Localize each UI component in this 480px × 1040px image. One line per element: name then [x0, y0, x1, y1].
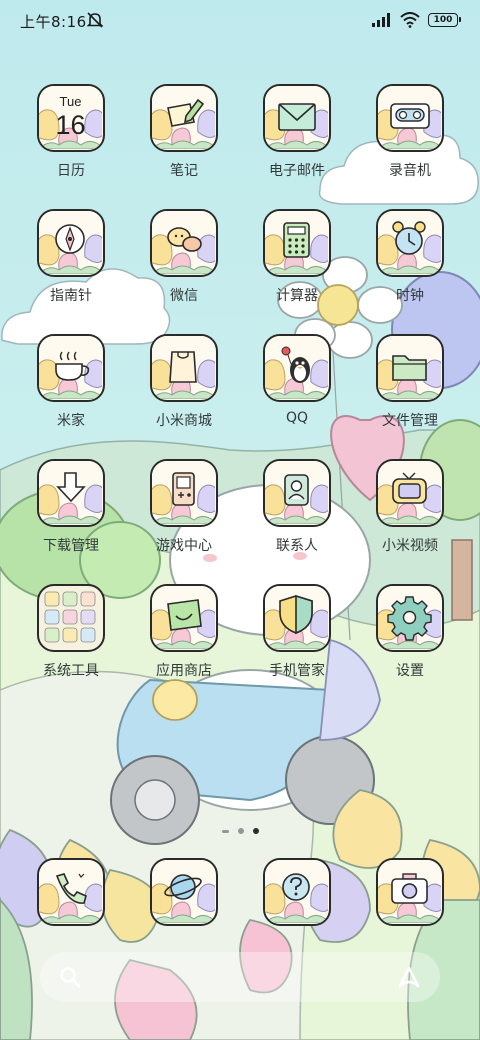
app-label: 指南针 — [50, 288, 92, 304]
app-downloads[interactable]: 下载管理 — [21, 459, 121, 569]
app-label: 文件管理 — [382, 413, 438, 429]
folder-icon[interactable] — [376, 334, 444, 402]
app-email[interactable]: 电子邮件 — [247, 84, 347, 194]
app-label: QQ — [285, 410, 309, 426]
shield-icon[interactable] — [263, 584, 331, 652]
app-mi-store[interactable]: 小米商城 — [134, 334, 234, 444]
app-label: 录音机 — [389, 163, 431, 179]
app-security[interactable]: 手机管家 — [247, 584, 347, 694]
app-label: 应用商店 — [156, 663, 212, 679]
calendar-day: 16 — [55, 110, 86, 140]
app-label: 下载管理 — [43, 538, 99, 554]
app-app-store[interactable]: 应用商店 — [134, 584, 234, 694]
wifi-icon — [400, 12, 420, 28]
battery-icon: 100 — [428, 13, 461, 27]
planet-icon[interactable] — [150, 858, 218, 926]
recorder-icon[interactable] — [376, 84, 444, 152]
question-bubble-icon[interactable] — [263, 858, 331, 926]
app-label: 手机管家 — [269, 663, 325, 679]
app-label: 笔记 — [170, 163, 198, 179]
wechat-icon[interactable] — [150, 209, 218, 277]
contact-card-icon[interactable] — [263, 459, 331, 527]
app-label: 小米商城 — [156, 413, 212, 429]
download-arrow-icon[interactable] — [37, 459, 105, 527]
calendar-weekday: Tue — [59, 94, 82, 109]
app-label: 设置 — [396, 663, 424, 679]
app-compass[interactable]: 指南针 — [21, 209, 121, 319]
game-console-icon[interactable] — [150, 459, 218, 527]
app-label: 米家 — [57, 413, 85, 429]
app-label: 微信 — [170, 288, 198, 304]
app-game-center[interactable]: 游戏中心 — [134, 459, 234, 569]
camera-icon[interactable] — [376, 858, 444, 926]
mute-icon — [86, 12, 104, 28]
app-file-manager[interactable]: 文件管理 — [360, 334, 460, 444]
search-icon[interactable] — [58, 965, 82, 989]
signal-icon — [372, 13, 390, 27]
app-label: 游戏中心 — [156, 538, 212, 554]
app-mi-video[interactable]: 小米视频 — [360, 459, 460, 569]
app-contacts[interactable]: 联系人 — [247, 459, 347, 569]
app-label: 小米视频 — [382, 538, 438, 554]
app-wechat[interactable]: 微信 — [134, 209, 234, 319]
app-label: 日历 — [57, 163, 85, 179]
app-label: 电子邮件 — [269, 163, 325, 179]
app-label: 联系人 — [276, 538, 318, 554]
app-label: 时钟 — [396, 288, 424, 304]
status-bar: 上午8:16 100 — [0, 0, 480, 40]
email-icon[interactable] — [263, 84, 331, 152]
app-mijia[interactable]: 米家 — [21, 334, 121, 444]
assistant-icon[interactable] — [396, 964, 422, 990]
app-notes[interactable]: 笔记 — [134, 84, 234, 194]
battery-level: 100 — [433, 15, 453, 25]
calculator-icon[interactable] — [263, 209, 331, 277]
app-label: 计算器 — [276, 288, 318, 304]
app-label: 系统工具 — [43, 663, 99, 679]
folder-grid-icon[interactable] — [37, 584, 105, 652]
alarm-clock-icon[interactable] — [376, 209, 444, 277]
qq-penguin-icon[interactable] — [263, 334, 331, 402]
app-clock[interactable]: 时钟 — [360, 209, 460, 319]
page-indicator[interactable] — [214, 826, 266, 836]
search-bar[interactable] — [40, 952, 440, 1002]
app-calculator[interactable]: 计算器 — [247, 209, 347, 319]
gear-icon[interactable] — [376, 584, 444, 652]
status-time: 上午8:16 — [20, 13, 87, 31]
status-icons: 100 — [372, 11, 461, 29]
teacup-icon[interactable] — [37, 334, 105, 402]
app-recorder[interactable]: 录音机 — [360, 84, 460, 194]
store-bag-icon[interactable] — [150, 584, 218, 652]
page-dot-2[interactable] — [237, 828, 244, 834]
page-dot-1[interactable] — [221, 829, 229, 833]
page-dot-3[interactable] — [252, 828, 259, 834]
phone-icon[interactable] — [37, 858, 105, 926]
calendar-app-icon[interactable]: Tue 16 — [37, 84, 105, 152]
notes-icon[interactable] — [150, 84, 218, 152]
shopping-bag-icon[interactable] — [150, 334, 218, 402]
app-calendar[interactable]: Tue 16 日历 — [21, 84, 121, 194]
app-system-tools[interactable]: 系统工具 — [21, 584, 121, 694]
compass-icon[interactable] — [37, 209, 105, 277]
app-qq[interactable]: QQ — [247, 334, 347, 444]
tv-icon[interactable] — [376, 459, 444, 527]
app-settings[interactable]: 设置 — [360, 584, 460, 694]
